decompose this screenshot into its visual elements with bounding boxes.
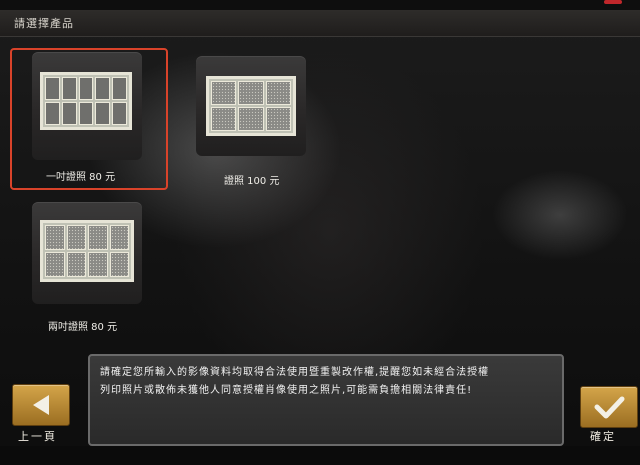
kiosk-screen: 請選擇產品 一吋證照 80 元 證照 100 元 兩吋證照 80 元 請確定您所… [0,0,640,465]
notice-line-2: 列印照片或散佈未獲他人同意授權肖像使用之照片,可能需負擔相關法律責任! [100,385,473,396]
status-light [604,0,622,4]
photo-layout-preview [40,220,134,282]
product-label-one-inch: 一吋證照 80 元 [46,172,116,183]
checkmark-icon [594,396,625,419]
title-bar: 請選擇產品 [0,10,640,37]
arrow-left-icon [33,395,49,415]
page-title: 請選擇產品 [14,17,74,30]
photo-layout-preview [206,76,296,136]
product-tile-100[interactable] [196,56,306,156]
confirm-button[interactable] [580,386,638,428]
product-tile-one-inch[interactable] [32,52,142,160]
product-label-100: 證照 100 元 [224,176,280,187]
photo-layout-preview [40,72,132,130]
product-label-two-inch: 兩吋證照 80 元 [48,322,118,333]
back-button[interactable] [12,384,70,426]
legal-notice: 請確定您所輸入的影像資料均取得合法使用暨重製改作權,提醒您如未經合法授權 列印照… [88,354,564,446]
bezel-top [0,0,640,10]
bezel-bottom [0,446,640,465]
notice-line-1: 請確定您所輸入的影像資料均取得合法使用暨重製改作權,提醒您如未經合法授權 [100,367,490,378]
back-button-label[interactable]: 上一頁 [18,428,57,444]
product-tile-two-inch[interactable] [32,202,142,304]
confirm-button-label[interactable]: 確定 [590,428,616,444]
